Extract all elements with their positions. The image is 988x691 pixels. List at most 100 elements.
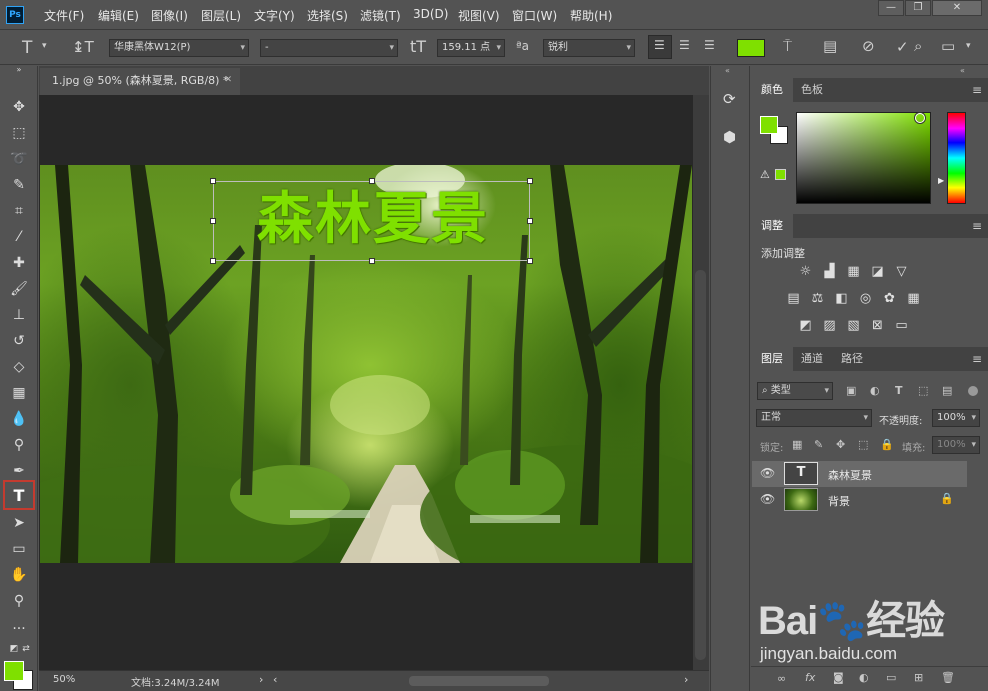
move-tool-icon[interactable]: ✥ bbox=[7, 96, 31, 118]
new-adjustment-icon[interactable]: ◐ bbox=[859, 671, 869, 684]
font-family-select[interactable]: 华康黑体W12(P) ▾ bbox=[109, 39, 249, 57]
warp-text-icon[interactable]: ⍑ bbox=[783, 37, 792, 55]
pen-tool-icon[interactable]: ✒ bbox=[7, 460, 31, 482]
menu-select[interactable]: 选择(S) bbox=[307, 7, 348, 24]
menu-3d[interactable]: 3D(D) bbox=[413, 7, 448, 21]
filter-adjustment-icon[interactable]: ◐ bbox=[870, 384, 880, 397]
font-size-select[interactable]: 159.11 点 ▾ bbox=[437, 39, 505, 57]
filter-type-icon[interactable]: T bbox=[895, 384, 903, 397]
selective-color-icon[interactable]: ⊠ bbox=[869, 318, 886, 333]
channel-mixer-icon[interactable]: ✿ bbox=[881, 291, 898, 306]
type-tool-preset-icon[interactable]: T bbox=[22, 38, 32, 58]
threshold-icon[interactable]: ▧ bbox=[845, 318, 862, 333]
bbox-handle[interactable] bbox=[210, 218, 216, 224]
hue-saturation-icon[interactable]: ▤ bbox=[785, 291, 802, 306]
filter-toggle-icon[interactable] bbox=[968, 386, 978, 396]
tab-paths[interactable]: 路径 bbox=[831, 347, 873, 371]
commit-check-icon[interactable]: ✓ bbox=[896, 38, 909, 56]
swap-colors-icon[interactable]: ⇄ bbox=[14, 638, 38, 660]
chevron-right-icon[interactable]: › bbox=[259, 673, 263, 686]
foreground-color-swatch[interactable] bbox=[4, 661, 24, 681]
levels-icon[interactable]: ▟ bbox=[821, 264, 838, 279]
lock-pixels-icon[interactable]: ✎ bbox=[814, 438, 823, 451]
black-white-icon[interactable]: ◧ bbox=[833, 291, 850, 306]
align-center-icon[interactable]: ☰ bbox=[679, 38, 690, 52]
new-layer-icon[interactable]: ⊞ bbox=[914, 671, 923, 684]
hand-tool-icon[interactable]: ✋ bbox=[7, 564, 31, 586]
bbox-handle[interactable] bbox=[210, 258, 216, 264]
brush-tool-icon[interactable]: 🖌 bbox=[7, 278, 31, 300]
panel-menu-icon[interactable]: ≡ bbox=[972, 352, 982, 366]
lock-icon[interactable]: 🔒 bbox=[940, 492, 954, 505]
eyedropper-tool-icon[interactable]: ⁄ bbox=[7, 226, 31, 248]
fill-input[interactable]: 100% ▾ bbox=[932, 436, 980, 454]
menu-image[interactable]: 图像(I) bbox=[151, 7, 188, 24]
gradient-map-icon[interactable]: ▭ bbox=[893, 318, 910, 333]
filter-pixel-icon[interactable]: ▣ bbox=[846, 384, 856, 397]
menu-edit[interactable]: 编辑(E) bbox=[98, 7, 139, 24]
zoom-level[interactable]: 50% bbox=[53, 674, 75, 685]
type-tool-icon[interactable]: T bbox=[7, 485, 31, 507]
hue-slider[interactable] bbox=[947, 112, 966, 204]
invert-icon[interactable]: ◩ bbox=[797, 318, 814, 333]
opacity-input[interactable]: 100% ▾ bbox=[932, 409, 980, 427]
tab-layers[interactable]: 图层 bbox=[751, 347, 793, 371]
menu-view[interactable]: 视图(V) bbox=[458, 7, 500, 24]
filter-shape-icon[interactable]: ⬚ bbox=[918, 384, 928, 397]
menu-help[interactable]: 帮助(H) bbox=[570, 7, 612, 24]
visibility-eye-icon[interactable]: 👁 bbox=[760, 492, 775, 506]
close-tab-icon[interactable]: ✕ bbox=[224, 68, 232, 93]
vibrance-icon[interactable]: ▽ bbox=[893, 264, 910, 279]
add-mask-icon[interactable]: ◙ bbox=[833, 671, 844, 684]
bbox-handle[interactable] bbox=[369, 178, 375, 184]
zoom-tool-icon[interactable]: ⚲ bbox=[7, 590, 31, 612]
color-panel-foreground-swatch[interactable] bbox=[760, 116, 778, 134]
delete-layer-icon[interactable]: 🗑 bbox=[941, 671, 955, 684]
lock-all-icon[interactable]: 🔒 bbox=[880, 438, 894, 451]
chevron-down-icon[interactable]: ▾ bbox=[966, 41, 971, 51]
blur-tool-icon[interactable]: 💧 bbox=[7, 408, 31, 430]
character-panel-icon[interactable]: ▤ bbox=[823, 37, 837, 55]
gamut-warning-swatch[interactable] bbox=[775, 169, 786, 180]
search-icon[interactable]: ⌕ bbox=[914, 37, 922, 55]
menu-filter[interactable]: 滤镜(T) bbox=[360, 7, 401, 24]
lock-position-icon[interactable]: ✥ bbox=[836, 438, 845, 451]
visibility-eye-icon[interactable]: 👁 bbox=[760, 466, 775, 480]
hue-slider-arrow-icon[interactable]: ▶ bbox=[938, 176, 944, 185]
lock-transparent-icon[interactable]: ▦ bbox=[792, 438, 802, 451]
more-tools-icon[interactable]: ··· bbox=[7, 618, 31, 640]
lasso-tool-icon[interactable]: ➰ bbox=[7, 148, 31, 170]
panel-menu-icon[interactable]: ≡ bbox=[972, 219, 982, 233]
exposure-icon[interactable]: ◪ bbox=[869, 264, 886, 279]
collapse-icon[interactable]: » bbox=[7, 64, 31, 76]
warning-icon[interactable]: ⚠ bbox=[760, 168, 770, 181]
posterize-icon[interactable]: ▨ bbox=[821, 318, 838, 333]
curves-icon[interactable]: ▦ bbox=[845, 264, 862, 279]
dodge-tool-icon[interactable]: ⚲ bbox=[7, 434, 31, 456]
chevron-left-icon[interactable]: ‹ bbox=[273, 673, 277, 686]
scrollbar-thumb[interactable] bbox=[695, 270, 706, 660]
tab-color[interactable]: 颜色 bbox=[751, 78, 793, 102]
minimize-button[interactable]: — bbox=[878, 0, 904, 16]
bbox-handle[interactable] bbox=[527, 258, 533, 264]
color-balance-icon[interactable]: ⚖ bbox=[809, 291, 826, 306]
tab-channels[interactable]: 通道 bbox=[791, 347, 833, 371]
color-picker-field[interactable] bbox=[796, 112, 931, 204]
document-tab[interactable]: 1.jpg @ 50% (森林夏景, RGB/8) * ✕ bbox=[40, 68, 240, 95]
expand-icon[interactable]: « bbox=[725, 66, 730, 75]
color-picker-cursor[interactable] bbox=[915, 113, 925, 123]
bbox-handle[interactable] bbox=[527, 178, 533, 184]
layer-filter-select[interactable]: ⌕ 类型 ▾ bbox=[757, 382, 833, 400]
font-style-select[interactable]: - ▾ bbox=[260, 39, 398, 57]
layer-style-fx-icon[interactable]: fx bbox=[805, 671, 815, 684]
color-lookup-icon[interactable]: ▦ bbox=[905, 291, 922, 306]
brightness-icon[interactable]: ☼ bbox=[797, 264, 814, 279]
cancel-icon[interactable]: ⊘ bbox=[862, 37, 875, 55]
menu-type[interactable]: 文字(Y) bbox=[254, 7, 295, 24]
quick-select-tool-icon[interactable]: ✎ bbox=[7, 174, 31, 196]
workspace-icon[interactable]: ▭ bbox=[941, 37, 955, 55]
gradient-tool-icon[interactable]: ▦ bbox=[7, 382, 31, 404]
bbox-handle[interactable] bbox=[210, 178, 216, 184]
restore-button[interactable]: ❐ bbox=[905, 0, 931, 16]
crop-tool-icon[interactable]: ⌗ bbox=[7, 200, 31, 222]
